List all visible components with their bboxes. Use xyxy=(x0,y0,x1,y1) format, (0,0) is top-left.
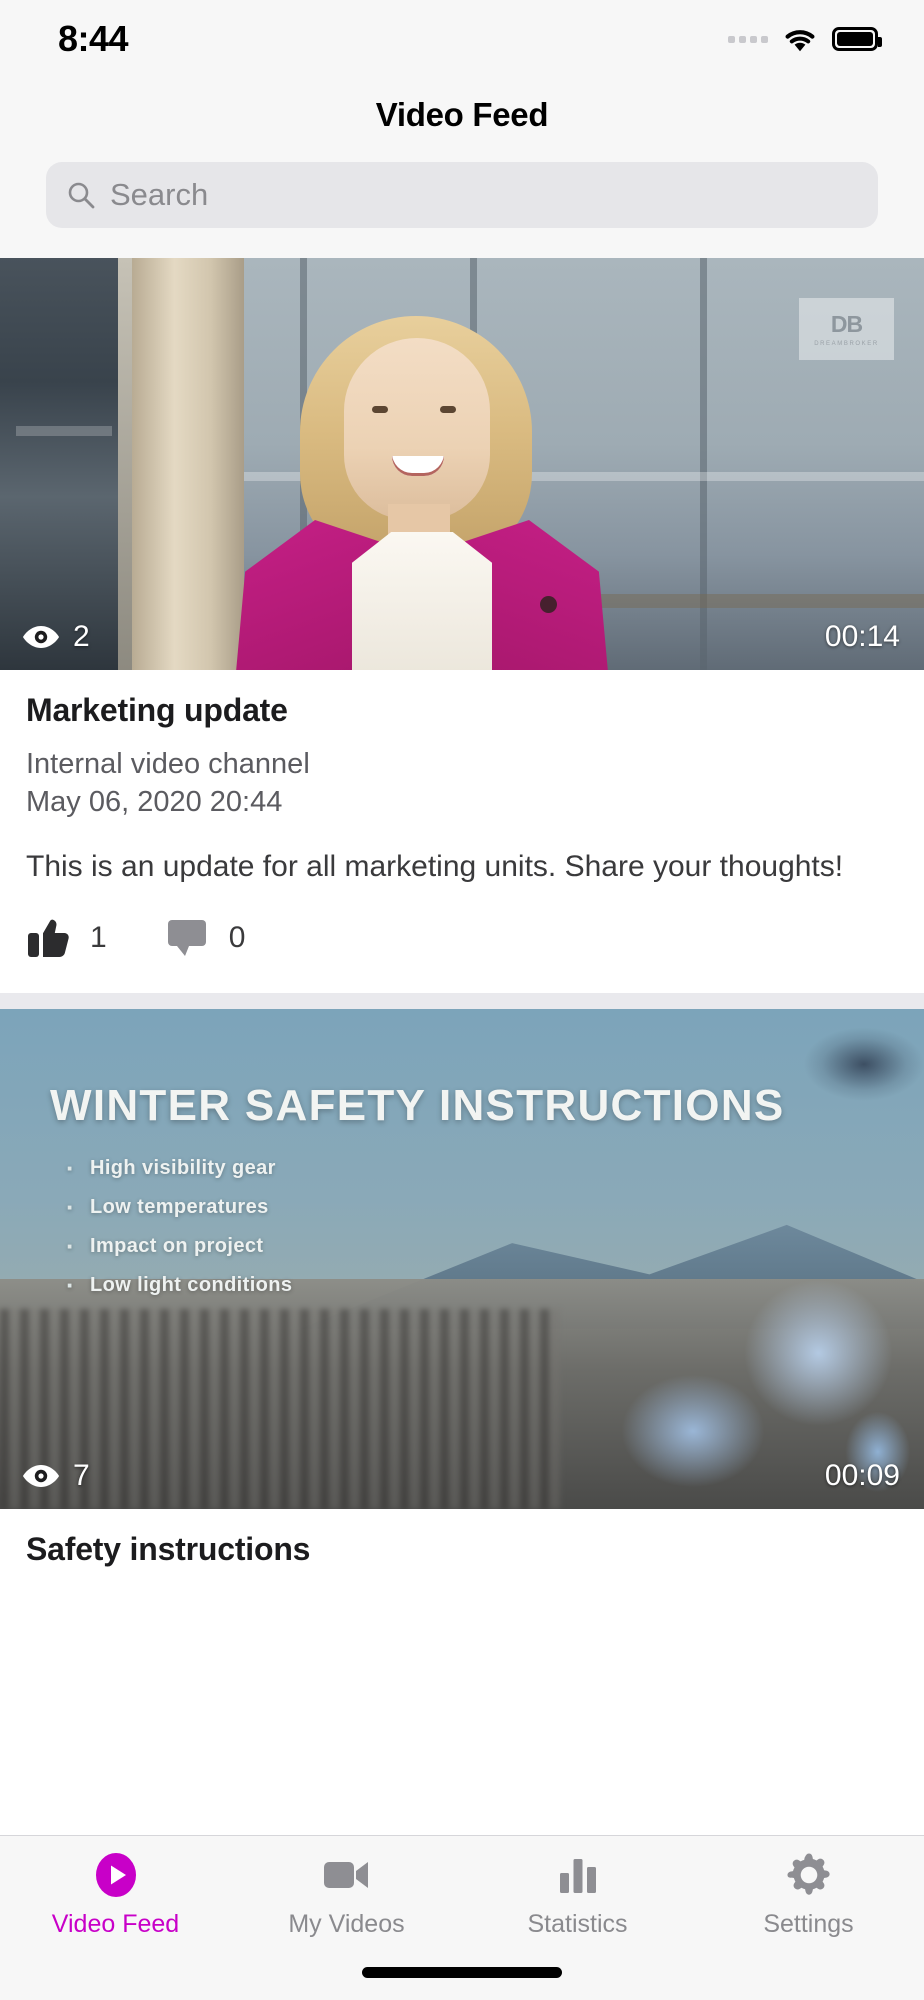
eye-icon xyxy=(22,1463,60,1489)
video-channel: Internal video channel xyxy=(26,748,310,780)
tab-my-videos[interactable]: My Videos xyxy=(231,1850,462,1939)
video-duration: 00:09 xyxy=(824,1458,900,1492)
video-camera-icon xyxy=(322,1850,372,1900)
bottom-tab-bar: Video Feed My Videos Statistics Settings xyxy=(0,1835,924,2000)
video-meta: Internal video channel May 06, 2020 20:4… xyxy=(26,745,898,822)
signal-dots-icon xyxy=(728,35,768,43)
thumbs-up-icon[interactable] xyxy=(26,917,72,959)
slide-bullet: Impact on project xyxy=(56,1231,292,1262)
comment-count: 0 xyxy=(228,920,246,954)
thumbnail-image xyxy=(0,258,924,670)
status-bar-indicators xyxy=(728,26,882,52)
search-icon xyxy=(66,180,96,210)
video-title[interactable]: Marketing update xyxy=(26,692,898,729)
video-card-body: Safety instructions xyxy=(0,1509,924,1568)
view-count: 2 xyxy=(73,620,90,653)
slide-title: WINTER SAFETY INSTRUCTIONS xyxy=(50,1080,785,1130)
card-separator xyxy=(0,992,924,1009)
video-title[interactable]: Safety instructions xyxy=(26,1531,898,1568)
video-feed-list: DB DREAMBROKER 2 00:14 Marketing update … xyxy=(0,258,924,1568)
comment-bubble-icon[interactable] xyxy=(165,917,211,959)
like-count: 1 xyxy=(90,920,107,954)
home-indicator xyxy=(362,1967,562,1978)
comment-action[interactable]: 0 xyxy=(165,917,246,959)
nav-header: Video Feed xyxy=(0,78,924,134)
status-bar: 8:44 xyxy=(0,0,924,78)
view-count-overlay: 7 xyxy=(22,1459,90,1493)
app-screen: 8:44 Video Feed Search DB DREAMBROKER 2 … xyxy=(0,0,924,2000)
eye-icon xyxy=(22,624,60,650)
video-thumbnail[interactable]: WINTER SAFETY INSTRUCTIONS High visibili… xyxy=(0,1008,924,1509)
video-date: May 06, 2020 20:44 xyxy=(26,786,283,819)
tab-label: My Videos xyxy=(288,1910,405,1938)
view-count: 7 xyxy=(73,1458,90,1492)
tab-video-feed[interactable]: Video Feed xyxy=(0,1850,231,1939)
search-bar[interactable] xyxy=(46,162,878,228)
search-input[interactable] xyxy=(110,177,858,213)
channel-watermark-logo: DB DREAMBROKER xyxy=(799,298,894,360)
gear-icon xyxy=(785,1850,833,1900)
page-title: Video Feed xyxy=(375,96,549,133)
view-count-overlay: 2 xyxy=(22,620,90,654)
slide-bullet: Low light conditions xyxy=(56,1270,292,1301)
slide-bullet: High visibility gear xyxy=(56,1153,292,1184)
status-bar-clock: 8:44 xyxy=(58,18,129,59)
video-card-body: Marketing update Internal video channel … xyxy=(0,670,924,993)
tab-label: Video Feed xyxy=(51,1910,180,1938)
video-card[interactable]: WINTER SAFETY INSTRUCTIONS High visibili… xyxy=(0,1008,924,1568)
battery-icon xyxy=(832,27,882,51)
play-circle-icon xyxy=(92,1850,140,1900)
wifi-icon xyxy=(783,26,817,52)
tab-label: Settings xyxy=(763,1910,854,1938)
watermark-mark: DB xyxy=(830,311,863,337)
bar-chart-icon xyxy=(555,1850,601,1900)
video-card[interactable]: DB DREAMBROKER 2 00:14 Marketing update … xyxy=(0,258,924,993)
tab-settings[interactable]: Settings xyxy=(693,1850,924,1939)
slide-bullet-list: High visibility gear Low temperatures Im… xyxy=(56,1153,292,1313)
video-description: This is an update for all marketing unit… xyxy=(26,849,844,883)
search-section xyxy=(0,134,924,258)
tab-statistics[interactable]: Statistics xyxy=(462,1850,693,1939)
video-duration: 00:14 xyxy=(824,620,900,653)
watermark-subtitle: DREAMBROKER xyxy=(814,341,879,347)
slide-bullet: Low temperatures xyxy=(56,1192,292,1223)
video-thumbnail[interactable]: DB DREAMBROKER 2 00:14 xyxy=(0,258,924,670)
video-actions: 1 0 xyxy=(26,917,898,993)
tab-label: Statistics xyxy=(527,1910,628,1938)
like-action[interactable]: 1 xyxy=(26,917,107,959)
